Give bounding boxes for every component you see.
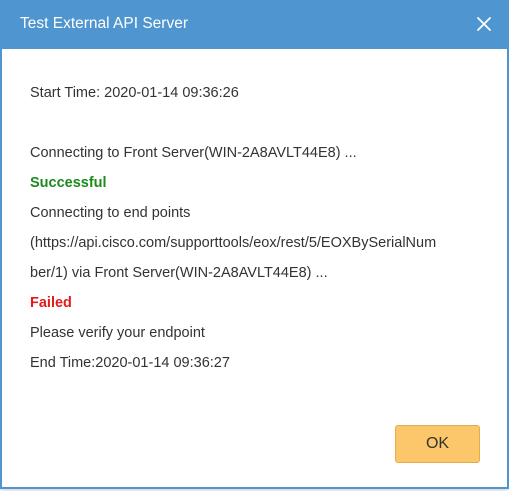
connect-front-text: Connecting to Front Server(WIN-2A8AVLT44… [30, 145, 357, 161]
success-status: Successful [30, 175, 107, 191]
dialog-titlebar: Test External API Server [2, 0, 507, 49]
failed-status: Failed [30, 295, 72, 311]
verify-message-text: Please verify your endpoint [30, 325, 205, 341]
end-time-text: End Time:2020-01-14 09:36:27 [30, 355, 230, 371]
start-time-text: Start Time: 2020-01-14 09:36:26 [30, 85, 239, 101]
log-output: Start Time: 2020-01-14 09:36:26 Connecti… [30, 78, 485, 378]
ok-button[interactable]: OK [395, 425, 480, 463]
connect-endpoints-text: Connecting to end points [30, 205, 191, 221]
endpoint-url-continued-text: ber/1) via Front Server(WIN-2A8AVLT44E8)… [30, 265, 328, 281]
close-icon [477, 17, 491, 31]
close-button[interactable] [473, 13, 495, 35]
dialog-title: Test External API Server [20, 15, 188, 32]
test-api-dialog: Test External API Server Start Time: 202… [0, 0, 509, 489]
endpoint-url-text: (https://api.cisco.com/supporttools/eox/… [30, 235, 437, 251]
